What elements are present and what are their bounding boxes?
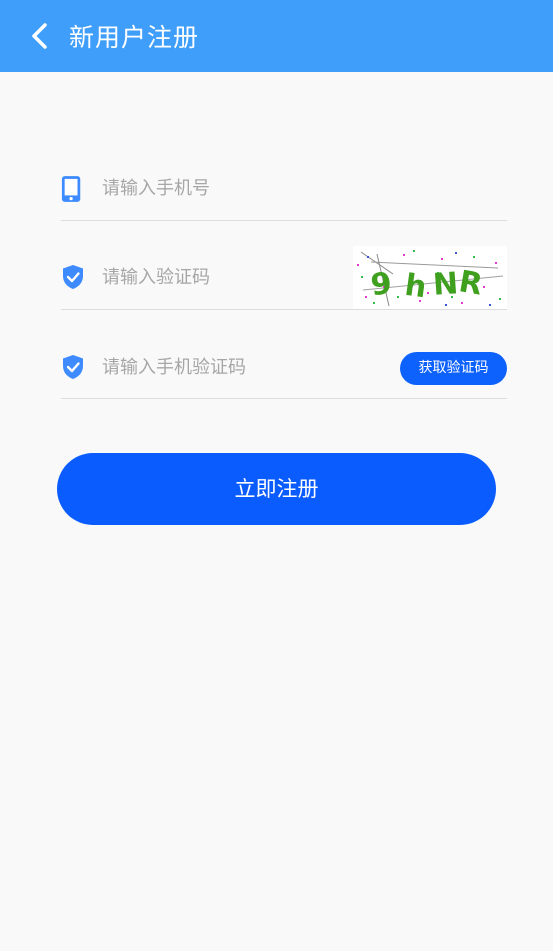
page-title: 新用户注册 (69, 23, 200, 52)
app-header: 新用户注册 (0, 0, 553, 72)
captcha-image[interactable]: 9 h N R (353, 246, 507, 309)
shield-check-icon (63, 265, 83, 289)
sms-code-field: 获取验证码 (61, 310, 507, 399)
back-button[interactable] (22, 18, 58, 54)
sms-code-input[interactable] (102, 352, 382, 382)
captcha-graphic: 9 h N R (353, 246, 507, 309)
register-button[interactable]: 立即注册 (57, 453, 496, 525)
phone-field (61, 132, 507, 221)
phone-icon (61, 176, 81, 202)
phone-input[interactable] (102, 173, 482, 203)
svg-text:9: 9 (369, 266, 393, 303)
captcha-field: 9 h N R (61, 221, 507, 310)
shield-check-icon (63, 355, 83, 379)
captcha-input[interactable] (102, 262, 342, 292)
get-sms-code-button[interactable]: 获取验证码 (400, 352, 507, 385)
svg-text:N: N (432, 266, 459, 303)
chevron-left-icon (32, 23, 47, 49)
